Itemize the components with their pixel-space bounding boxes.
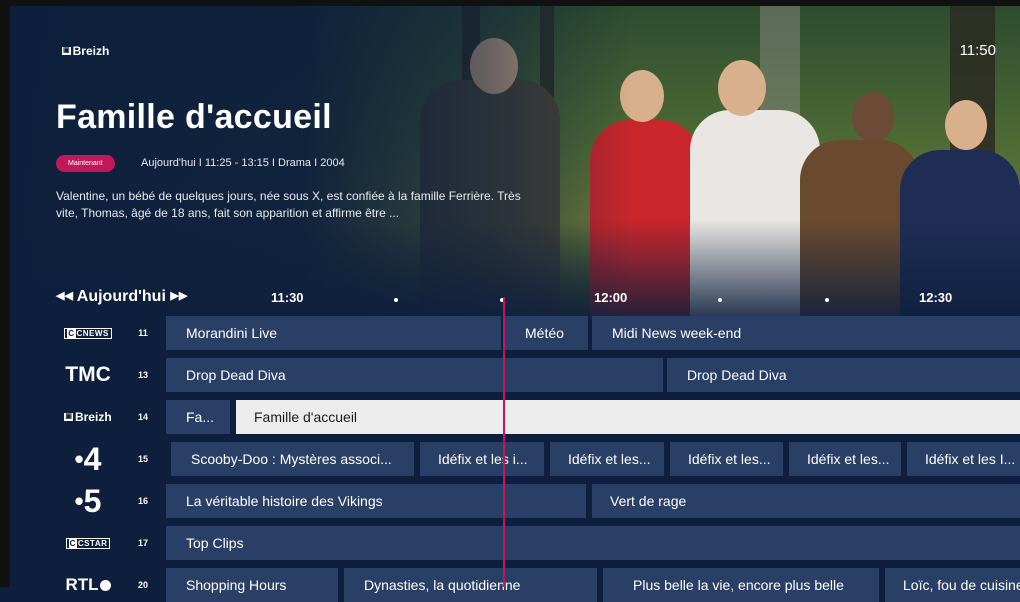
program-cell[interactable]: Idéfix et les... <box>670 442 783 476</box>
channel-number: 14 <box>137 412 148 422</box>
program-cell[interactable]: Shopping Hours <box>166 568 338 602</box>
program-cell[interactable]: Midi News week-end <box>592 316 1020 350</box>
epg-grid: C CNEWS 11 Morandini Live Météo Midi News… <box>0 316 1020 602</box>
program-cell[interactable]: Idéfix et les I... <box>907 442 1020 476</box>
channel-logo: ▣ Breizh <box>62 44 110 58</box>
program-cell[interactable]: La véritable histoire des Vikings <box>166 484 586 518</box>
channel-number: 15 <box>137 454 148 464</box>
program-cell[interactable]: Fa... <box>166 400 230 434</box>
channel-number: 17 <box>137 538 148 548</box>
program-cell[interactable]: Drop Dead Diva <box>166 358 663 392</box>
channel-row: ▣ Breizh 14 Fa... Famille d'accueil <box>0 400 1020 434</box>
channel-logo-rtl: RTL <box>58 568 118 602</box>
channel-row: • 5 16 La véritable histoire des Vikings … <box>0 482 1020 519</box>
channel-number: 13 <box>137 370 148 380</box>
program-title: Famille d'accueil <box>56 98 332 136</box>
channel-row: C CSTAR 17 Top Clips <box>0 526 1020 560</box>
program-cell[interactable]: Idéfix et les i... <box>420 442 544 476</box>
clock: 11:50 <box>959 42 996 59</box>
channel-row: • 4 15 Scooby-Doo : Mystères associ... Id… <box>0 440 1020 477</box>
program-cell[interactable]: Idéfix et les... <box>789 442 901 476</box>
current-time-line <box>503 297 505 587</box>
channel-row: TMC 13 Drop Dead Diva Drop Dead Diva <box>0 358 1020 392</box>
channel-number: 16 <box>137 496 148 506</box>
channel-row: C CNEWS 11 Morandini Live Météo Midi News… <box>0 316 1020 350</box>
program-cell[interactable]: Morandini Live <box>166 316 501 350</box>
program-cell[interactable]: Scooby-Doo : Mystères associ... <box>171 442 414 476</box>
time-tick: 12:00 <box>594 290 628 305</box>
program-cell-focused[interactable]: Famille d'accueil <box>236 400 1020 434</box>
channel-logo-cnews: C CNEWS <box>58 316 118 350</box>
channel-number: 20 <box>137 580 148 590</box>
program-cell[interactable]: Top Clips <box>166 526 1020 560</box>
time-dot <box>394 298 398 302</box>
program-synopsis: Valentine, un bébé de quelques jours, né… <box>56 189 521 220</box>
program-cell[interactable]: Plus belle la vie, encore plus belle <box>603 568 879 602</box>
program-meta: Aujourd'hui I 11:25 - 13:15 I Drama I 20… <box>141 157 345 169</box>
program-cell[interactable]: Météo <box>505 316 588 350</box>
now-badge: Maintenant <box>56 155 115 172</box>
day-selector[interactable]: ◀◀ Aujourd'hui ▶▶ <box>56 288 187 306</box>
time-tick: 11:30 <box>271 290 304 305</box>
channel-logo-c8: • 4 <box>74 440 102 477</box>
rewind-icon[interactable]: ◀◀ <box>56 290 73 302</box>
program-cell[interactable]: Drop Dead Diva <box>667 358 1020 392</box>
channel-number: 11 <box>138 328 148 338</box>
program-cell[interactable]: Dynasties, la quotidienne <box>344 568 597 602</box>
program-cell[interactable]: Idéfix et les... <box>550 442 664 476</box>
timeline: ◀◀ Aujourd'hui ▶▶ 11:30 12:00 12:30 <box>0 285 1020 311</box>
time-tick: 12:30 <box>919 290 953 305</box>
channel-row: RTL 20 Shopping Hours Dynasties, la quot… <box>0 568 1020 602</box>
channel-logo-w9: • 5 <box>74 482 102 519</box>
program-cell[interactable]: Vert de rage <box>592 484 1020 518</box>
channel-logo-tmc: TMC <box>65 363 111 386</box>
time-dot <box>825 298 829 302</box>
channel-logo-cstar: C CSTAR <box>58 526 118 560</box>
time-dot <box>718 298 722 302</box>
channel-logo-breizh: ▣ Breizh <box>64 410 112 424</box>
program-cell[interactable]: Loïc, fou de cuisine <box>885 568 1020 602</box>
fast-forward-icon[interactable]: ▶▶ <box>170 290 187 302</box>
